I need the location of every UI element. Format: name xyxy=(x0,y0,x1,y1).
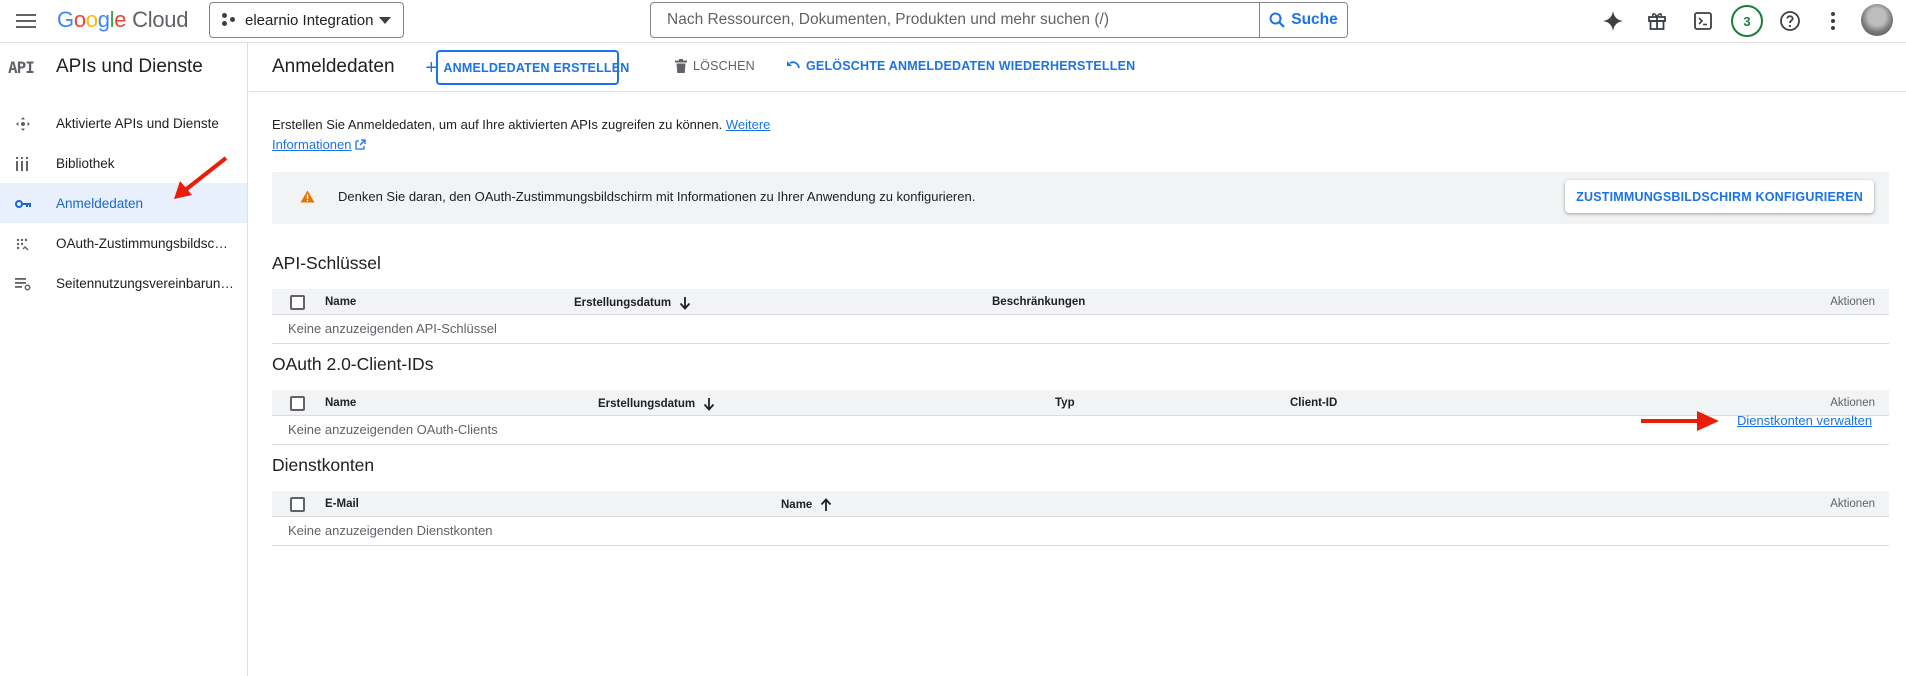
project-name: elearnio Integration xyxy=(245,11,374,29)
oauth-client-ids-title: OAuth 2.0-Client-IDs xyxy=(272,354,434,374)
learn-more-link[interactable]: Weitere xyxy=(726,117,771,132)
column-header-name[interactable]: Name xyxy=(781,498,832,512)
delete-label: LÖSCHEN xyxy=(693,59,755,73)
oauth-consent-icon xyxy=(15,236,31,252)
main-content: Anmeldedaten + ANMELDEDATEN ERSTELLEN LÖ… xyxy=(249,43,1906,676)
account-avatar[interactable] xyxy=(1861,4,1893,36)
select-all-checkbox[interactable] xyxy=(290,497,305,512)
empty-row: Keine anzuzeigenden Dienstkonten xyxy=(272,517,1889,546)
page-title: Anmeldedaten xyxy=(272,56,395,77)
column-header-client-id[interactable]: Client-ID xyxy=(1290,397,1337,409)
search-icon xyxy=(1269,12,1286,28)
empty-row: Keine anzuzeigenden API-Schlüssel xyxy=(272,315,1889,344)
search-input[interactable] xyxy=(651,3,1259,37)
warning-icon xyxy=(300,190,315,203)
service-accounts-title: Dienstkonten xyxy=(272,455,375,475)
project-icon xyxy=(222,13,236,27)
table-header: E-Mail Name Aktionen xyxy=(272,491,1889,517)
column-header-restrictions[interactable]: Beschränkungen xyxy=(992,296,1085,308)
more-vert-icon[interactable] xyxy=(1820,8,1846,34)
select-all-checkbox[interactable] xyxy=(290,295,305,310)
gemini-sparkle-icon[interactable] xyxy=(1600,8,1626,34)
search-bar: Suche xyxy=(650,2,1348,38)
external-link-icon xyxy=(354,139,366,150)
create-credentials-label: ANMELDEDATEN ERSTELLEN xyxy=(443,60,630,75)
enabled-apis-icon xyxy=(15,116,31,132)
google-cloud-logo[interactable]: Google Cloud xyxy=(57,7,188,33)
cloud-shell-icon[interactable] xyxy=(1690,8,1716,34)
select-all-checkbox[interactable] xyxy=(290,396,305,411)
column-header-type[interactable]: Typ xyxy=(1055,397,1075,409)
learn-more-link-continued[interactable]: Informationen xyxy=(272,137,352,152)
column-header-email[interactable]: E-Mail xyxy=(325,498,359,510)
plus-icon: + xyxy=(425,56,438,79)
create-credentials-button[interactable]: + ANMELDEDATEN ERSTELLEN xyxy=(426,50,629,85)
manage-service-accounts-link[interactable]: Dienstkonten verwalten xyxy=(1737,413,1872,428)
sort-descending-icon xyxy=(679,297,691,310)
column-header-created[interactable]: Erstellungsdatum xyxy=(574,296,691,310)
column-header-actions: Aktionen xyxy=(1830,397,1875,409)
restore-label: GELÖSCHTE ANMELDEDATEN WIEDERHERSTELLEN xyxy=(806,59,1136,73)
column-header-created[interactable]: Erstellungsdatum xyxy=(598,397,715,411)
key-icon xyxy=(15,196,31,212)
sidebar-item-enabled-apis[interactable]: Aktivierte APIs und Dienste xyxy=(0,103,247,143)
sort-ascending-icon xyxy=(821,498,832,511)
search-button[interactable]: Suche xyxy=(1259,3,1347,37)
sidebar: API APIs und Dienste Aktivierte APIs und… xyxy=(0,43,248,676)
notice-text: Denken Sie daran, den OAuth-Zustimmungsb… xyxy=(338,189,976,204)
table-header: Name Erstellungsdatum Beschränkungen Akt… xyxy=(272,289,1889,315)
sidebar-item-label: Aktivierte APIs und Dienste xyxy=(56,115,219,131)
page-usage-agreements-icon xyxy=(15,276,31,292)
sidebar-item-page-usage-agreements[interactable]: Seitennutzungsvereinbarungen xyxy=(0,263,247,303)
library-icon xyxy=(15,156,31,172)
configure-consent-screen-button[interactable]: ZUSTIMMUNGSBILDSCHIRM KONFIGURIEREN xyxy=(1565,180,1874,213)
service-accounts-table: E-Mail Name Aktionen Keine anzuzeigenden… xyxy=(272,491,1889,546)
sidebar-item-oauth-consent[interactable]: OAuth-Zustimmungsbildschirm xyxy=(0,223,247,263)
sidebar-header: API APIs und Dienste xyxy=(0,43,247,91)
delete-button[interactable]: LÖSCHEN xyxy=(675,59,755,73)
intro-sentence: Erstellen Sie Anmeldedaten, um auf Ihre … xyxy=(272,117,723,132)
sidebar-title: APIs und Dienste xyxy=(56,56,203,77)
sidebar-item-label: Anmeldedaten xyxy=(56,195,144,211)
sort-descending-icon xyxy=(703,398,715,411)
chevron-down-icon xyxy=(379,16,391,24)
annotation-arrow-icon xyxy=(174,156,228,199)
intro-text: Erstellen Sie Anmeldedaten, um auf Ihre … xyxy=(272,115,832,155)
annotation-arrow-icon xyxy=(1641,411,1719,431)
undo-icon xyxy=(787,61,800,69)
hamburger-menu-icon[interactable] xyxy=(14,10,38,30)
api-logo-icon: API xyxy=(8,57,35,77)
top-bar: GoogleCloud elearnio Integration Suche 3 xyxy=(0,0,1906,43)
column-header-name[interactable]: Name xyxy=(325,397,356,409)
sidebar-item-label: Seitennutzungsvereinbarungen xyxy=(56,275,234,291)
api-keys-title: API-Schlüssel xyxy=(272,253,381,273)
consent-notice: Denken Sie daran, den OAuth-Zustimmungsb… xyxy=(272,172,1889,224)
sidebar-item-label: OAuth-Zustimmungsbildschirm xyxy=(56,235,234,251)
gift-icon[interactable] xyxy=(1644,8,1670,34)
restore-deleted-credentials-button[interactable]: GELÖSCHTE ANMELDEDATEN WIEDERHERSTELLEN xyxy=(786,59,1135,73)
sidebar-item-label: Bibliothek xyxy=(56,155,115,171)
help-icon[interactable] xyxy=(1777,8,1803,34)
sidebar-nav: Aktivierte APIs und Dienste Bibliothek A… xyxy=(0,103,247,303)
api-keys-table: Name Erstellungsdatum Beschränkungen Akt… xyxy=(272,289,1889,344)
action-bar: Anmeldedaten + ANMELDEDATEN ERSTELLEN LÖ… xyxy=(249,43,1906,92)
column-header-actions: Aktionen xyxy=(1830,498,1875,510)
project-picker[interactable]: elearnio Integration xyxy=(209,2,404,38)
column-header-name[interactable]: Name xyxy=(325,296,356,308)
column-header-actions: Aktionen xyxy=(1830,296,1875,308)
search-button-label: Suche xyxy=(1291,11,1338,28)
notifications-badge[interactable]: 3 xyxy=(1731,5,1763,37)
trash-icon xyxy=(675,59,687,73)
